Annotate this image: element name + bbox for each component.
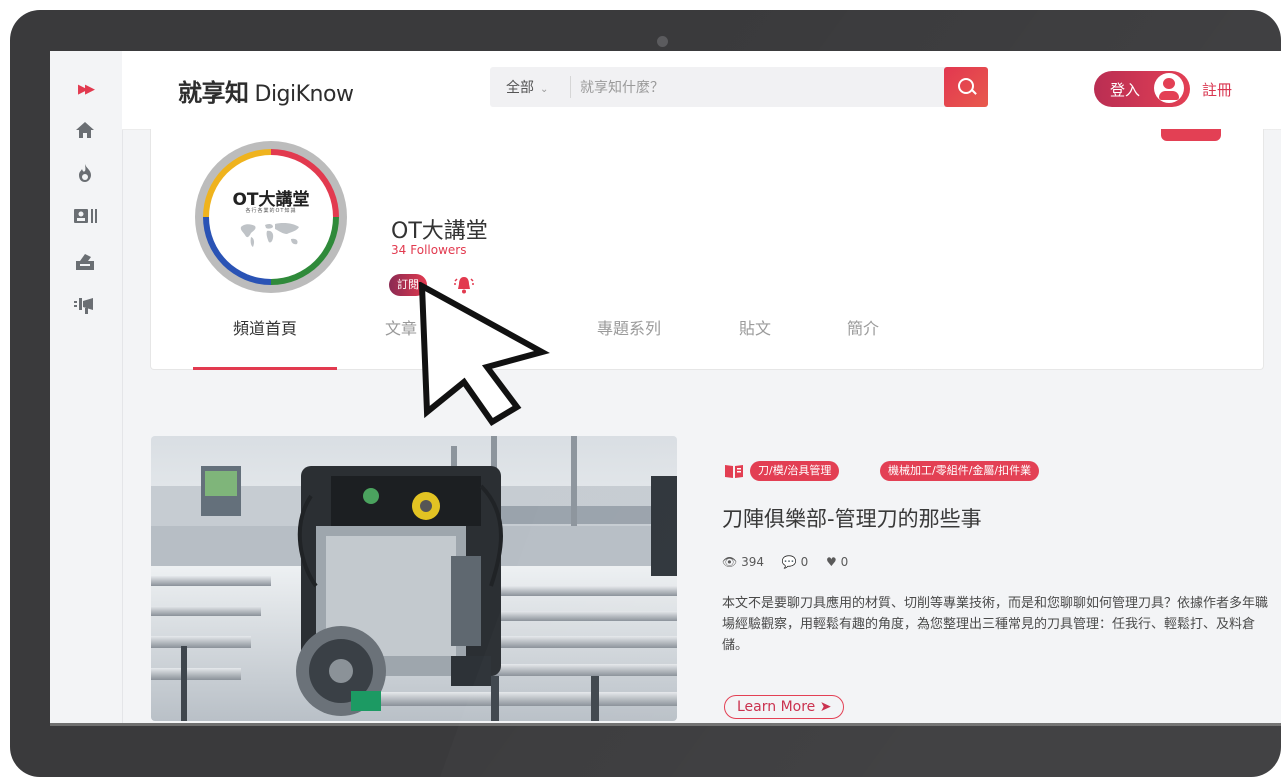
article-tags: 刀/模/治具管理 機械加工/零組件/金屬/扣件業 — [722, 461, 1281, 483]
world-map-icon — [240, 223, 299, 247]
avatar-head — [1163, 78, 1175, 89]
tag-tool-management[interactable]: 刀/模/治具管理 — [750, 461, 840, 481]
user-avatar-icon — [1154, 73, 1184, 103]
search-button[interactable] — [944, 67, 988, 107]
hidden-button-edge — [1161, 129, 1221, 141]
channel-profile-card: OT大講堂 各行各業的OT知識 OT大講堂 34 Followers 訂閱 頻道… — [150, 129, 1264, 370]
inbox-icon[interactable] — [72, 251, 98, 273]
channel-logo-inner: OT大講堂 各行各業的OT知識 — [209, 155, 333, 279]
tab-channel-home[interactable]: 頻道首頁 — [193, 315, 337, 370]
channel-logo-subtitle: 各行各業的OT知識 — [245, 208, 297, 214]
article-stats: 👁 394 💬 0 ♥ 0 — [722, 555, 862, 569]
tab-topic-series[interactable]: 專題系列 — [579, 315, 679, 367]
register-link[interactable]: 註冊 — [1202, 79, 1232, 100]
heart-icon: ♥ — [826, 555, 837, 569]
tab-posts[interactable]: 貼文 — [725, 315, 785, 367]
sidebar: ▶▶ — [50, 51, 123, 723]
tab-about[interactable]: 簡介 — [833, 315, 893, 367]
site-logo[interactable]: 就享知 DigiKnow — [178, 73, 354, 108]
login-button[interactable]: 登入 — [1094, 71, 1190, 107]
engine-photo — [151, 436, 677, 721]
logo-cn-text: 就享知 — [178, 78, 249, 107]
announcement-icon[interactable] — [72, 295, 98, 317]
avatar-body — [1159, 91, 1179, 100]
followers-count: 34 Followers — [391, 243, 471, 257]
search-category-select[interactable]: 全部 ⌄ — [506, 77, 548, 97]
comment-icon: 💬 — [781, 555, 797, 569]
logo-en-text: DigiKnow — [254, 82, 354, 107]
comments-stat: 💬 0 — [782, 555, 808, 569]
eye-icon: 👁 — [722, 555, 738, 569]
channel-logo-ring: OT大講堂 各行各業的OT知識 — [203, 149, 339, 285]
chevron-down-icon: ⌄ — [540, 84, 549, 95]
followers-number: 34 — [391, 243, 407, 257]
likes-count: 0 — [840, 555, 849, 569]
article-title[interactable]: 刀陣俱樂部-管理刀的那些事 — [722, 503, 982, 533]
tag-machining-industry[interactable]: 機械加工/零組件/金屬/扣件業 — [880, 461, 1040, 481]
search-divider — [570, 76, 571, 98]
views-stat: 👁 394 — [722, 555, 764, 569]
search-bar: 全部 ⌄ — [490, 67, 988, 107]
book-icon — [725, 465, 743, 478]
search-icon-handle — [971, 89, 977, 95]
search-input[interactable] — [578, 71, 942, 105]
channel-list-icon[interactable] — [72, 207, 98, 229]
channel-name: OT大講堂 — [391, 219, 488, 244]
camera-dot — [657, 36, 668, 47]
article-info: 刀/模/治具管理 機械加工/零組件/金屬/扣件業 刀陣俱樂部-管理刀的那些事 👁… — [722, 461, 1281, 719]
article-image[interactable] — [151, 436, 677, 721]
login-label: 登入 — [1110, 81, 1141, 99]
device-frame: ▶▶ 就享知 DigiKnow 全部 ⌄ 就享知什麼？ 登入 註冊 OT大講堂 … — [10, 10, 1281, 777]
comments-count: 0 — [800, 555, 809, 569]
article-description: 本文不是要聊刀具應用的材質、切削等專業技術，而是和您聊聊如何管理刀具？依據作者多… — [722, 596, 1269, 653]
channel-logo: OT大講堂 各行各業的OT知識 — [195, 141, 347, 293]
mouse-pointer-icon — [418, 282, 550, 427]
browser-screen: ▶▶ 就享知 DigiKnow 全部 ⌄ 就享知什麼？ 登入 註冊 OT大講堂 … — [50, 51, 1281, 726]
search-category-label: 全部 — [506, 80, 534, 96]
home-icon[interactable] — [72, 121, 98, 143]
fire-icon[interactable] — [72, 163, 98, 185]
views-count: 394 — [741, 555, 764, 569]
learn-more-button[interactable]: Learn More ➤ — [724, 695, 845, 719]
expand-icon[interactable]: ▶▶ — [72, 79, 98, 101]
followers-label: Followers — [410, 243, 467, 257]
top-header: 就享知DigiKnow 全部 ⌄ 登入 註冊 — [122, 51, 1281, 130]
likes-stat: ♥ 0 — [826, 555, 848, 569]
